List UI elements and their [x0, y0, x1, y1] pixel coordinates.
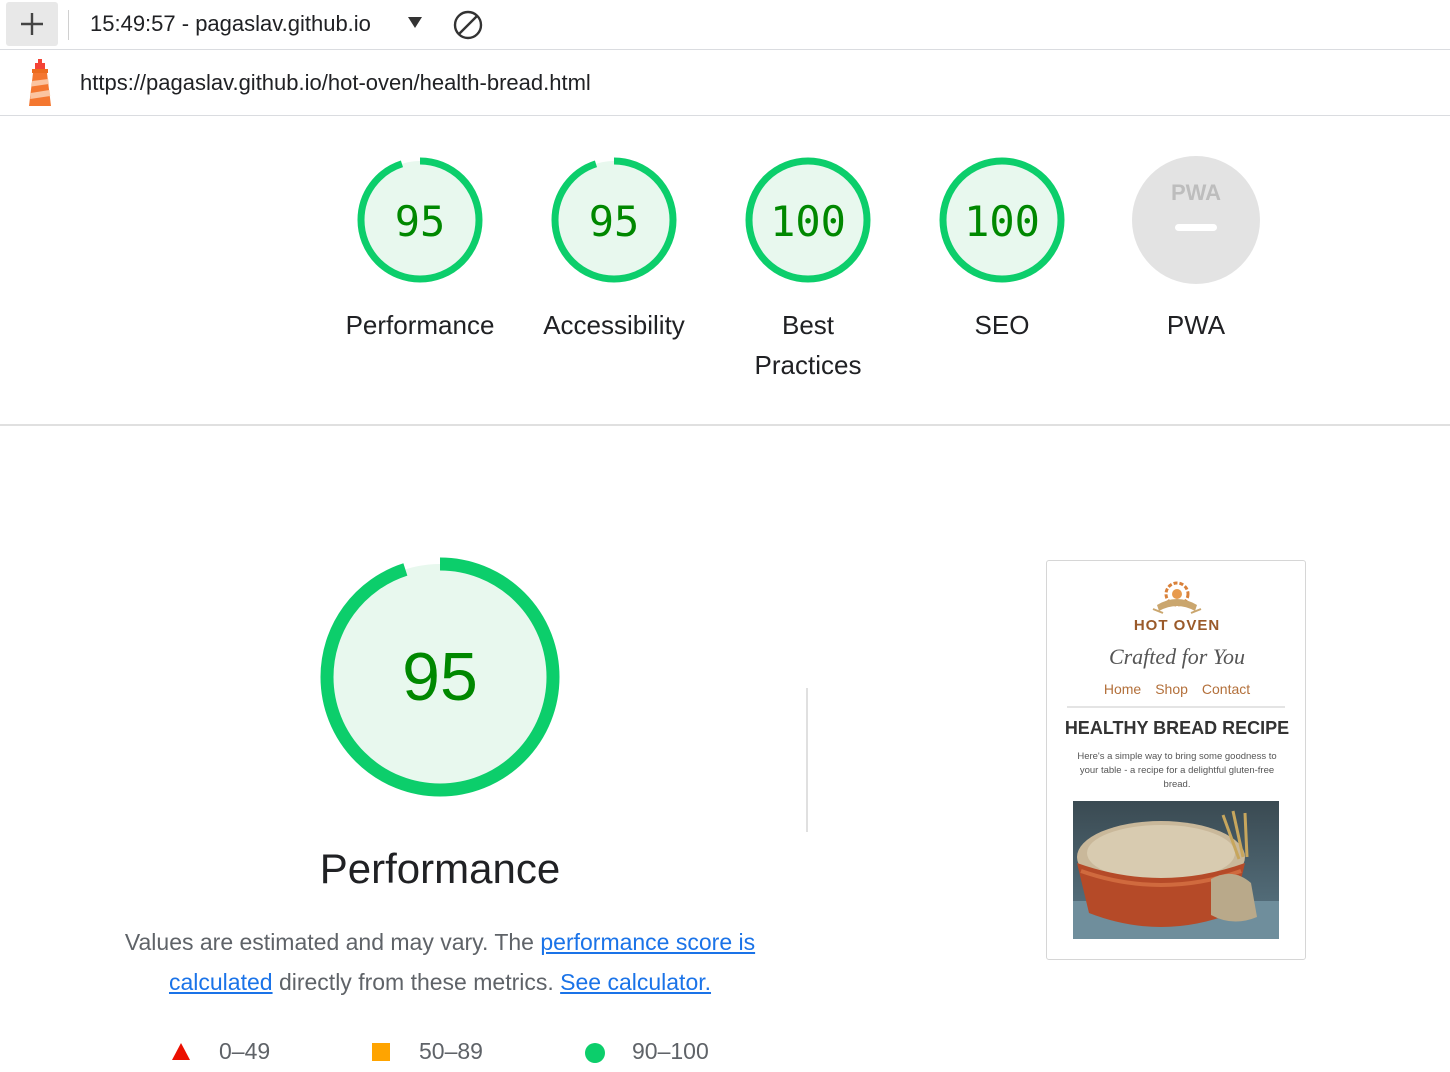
thumb-tagline: Crafted for You — [1108, 644, 1246, 669]
thumb-nav-home: Home — [1103, 681, 1142, 697]
gauge-accessibility[interactable]: 95 Accessibility — [519, 155, 709, 345]
thumb-text: Here's a simple way to bring some goodne… — [1077, 751, 1277, 790]
legend-range: 50–89 — [419, 1038, 483, 1064]
gauge-label: SEO — [974, 310, 1030, 340]
desc-text-1: Values are estimated and may vary. The — [124, 929, 541, 955]
gauge-score: 100 — [770, 197, 846, 246]
lighthouse-icon — [29, 59, 51, 106]
final-screenshot[interactable]: HOT OVEN Crafted for You Home Shop Contact… — [1046, 560, 1306, 960]
url-bar: https://pagaslav.github.io/hot-oven/heal… — [0, 50, 1450, 116]
circle-icon — [585, 1043, 605, 1063]
thumb-divider — [1067, 706, 1285, 708]
bread-photo — [1073, 801, 1279, 939]
caret-down-icon[interactable] — [408, 17, 422, 29]
performance-score: 95 — [402, 639, 478, 715]
new-report-button[interactable] — [6, 2, 58, 46]
gauge-label: Accessibility — [543, 310, 685, 340]
performance-description: Values are estimated and may vary. The p… — [100, 922, 780, 1002]
legend-range: 0–49 — [219, 1038, 271, 1064]
pwa-badge-text: PWA — [1171, 180, 1221, 205]
gauge-seo[interactable]: 100 SEO — [907, 155, 1097, 345]
gauge-best-practices[interactable]: 100 Best Practices — [713, 155, 903, 385]
bakery-logo-icon — [1152, 581, 1202, 614]
block-icon[interactable] — [452, 9, 484, 41]
thumb-heading: HEALTHY BREAD RECIPE — [1064, 718, 1290, 738]
thumb-nav-shop: Shop — [1155, 681, 1188, 697]
gauge-performance[interactable]: 95 Performance — [325, 155, 515, 345]
desc-text-2: directly from these metrics. — [272, 969, 561, 995]
gauge-performance-ring: 95 — [357, 157, 483, 283]
triangle-icon — [172, 1043, 190, 1060]
summary-divider — [0, 424, 1450, 426]
gauge-label: PWA — [1166, 310, 1226, 340]
gauge-score: 95 — [395, 197, 446, 246]
gauge-score: 100 — [964, 197, 1040, 246]
report-toolbar: 15:49:57 - pagaslav.github.io — [0, 0, 1450, 50]
square-icon — [372, 1043, 390, 1061]
see-calculator-link[interactable]: See calculator. — [560, 969, 711, 995]
gauge-score: 95 — [589, 197, 640, 246]
toolbar-divider — [68, 10, 69, 40]
pwa-badge-icon: PWA — [1132, 156, 1260, 284]
thumb-nav-contact: Contact — [1201, 681, 1251, 697]
gauge-accessibility-ring: 95 — [551, 157, 677, 283]
gauge-best-practices-ring: 100 — [745, 157, 871, 283]
performance-gauge: 95 — [320, 557, 560, 797]
thumb-nav: Home Shop Contact — [1047, 681, 1305, 697]
gauge-pwa[interactable]: PWA PWA — [1101, 155, 1291, 345]
thumb-brand: HOT OVEN — [1133, 617, 1221, 634]
vertical-divider — [806, 688, 808, 832]
legend-range: 90–100 — [632, 1038, 709, 1064]
gauge-label: Best Practices — [754, 310, 862, 380]
gauge-seo-ring: 100 — [939, 157, 1065, 283]
report-url: https://pagaslav.github.io/hot-oven/heal… — [80, 70, 591, 95]
report-select[interactable]: 15:49:57 - pagaslav.github.io — [90, 11, 371, 37]
gauge-label: Performance — [345, 310, 495, 340]
performance-title: Performance — [319, 845, 561, 892]
plus-icon — [21, 13, 43, 35]
